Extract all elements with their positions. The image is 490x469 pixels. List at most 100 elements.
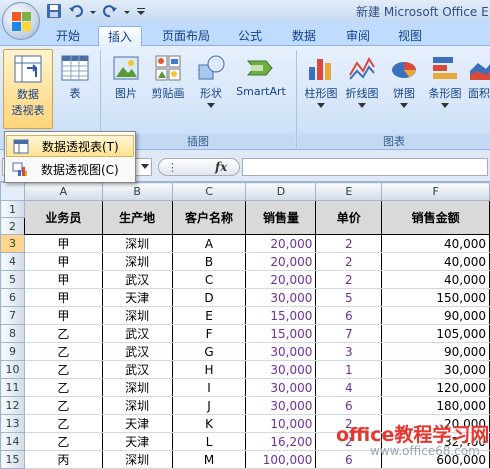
tab-review[interactable]: 审阅 bbox=[338, 26, 378, 46]
customer-cell[interactable]: B bbox=[171, 252, 247, 271]
sales-volume-cell[interactable]: 30,000 bbox=[245, 396, 317, 415]
row-header[interactable]: 3 bbox=[0, 234, 25, 253]
salesperson-cell[interactable]: 甲 bbox=[23, 270, 103, 289]
unit-price-cell[interactable]: 2 bbox=[315, 252, 383, 271]
row-header[interactable]: 6 bbox=[0, 288, 25, 307]
row-header[interactable]: 2 bbox=[0, 217, 25, 235]
sales-volume-cell[interactable]: 30,000 bbox=[245, 378, 317, 397]
customer-cell[interactable]: F bbox=[171, 324, 247, 343]
customer-cell[interactable]: A bbox=[171, 234, 247, 253]
header-cell[interactable]: 生产地 bbox=[101, 200, 173, 235]
sales-amount-cell[interactable]: 30,000 bbox=[381, 360, 490, 379]
select-all-corner[interactable] bbox=[0, 182, 25, 201]
header-cell[interactable]: 业务员 bbox=[23, 200, 103, 235]
insert-function-icon[interactable]: fx bbox=[215, 160, 227, 174]
row-header[interactable]: 9 bbox=[0, 342, 25, 361]
unit-price-cell[interactable]: 7 bbox=[315, 324, 383, 343]
sales-volume-cell[interactable]: 20,000 bbox=[245, 234, 317, 253]
tab-insert[interactable]: 插入 bbox=[98, 26, 142, 47]
menu-item-pivot-table[interactable]: 数据透视表(T) bbox=[6, 135, 134, 157]
row-header[interactable]: 7 bbox=[0, 306, 25, 325]
sales-amount-cell[interactable]: 105,000 bbox=[381, 324, 490, 343]
column-header-e[interactable]: E bbox=[315, 182, 383, 201]
salesperson-cell[interactable]: 乙 bbox=[23, 342, 103, 361]
customer-cell[interactable]: K bbox=[171, 414, 247, 433]
sales-amount-cell[interactable]: 40,000 bbox=[381, 270, 490, 289]
row-header[interactable]: 4 bbox=[0, 252, 25, 271]
region-cell[interactable]: 武汉 bbox=[101, 342, 173, 361]
header-cell[interactable]: 销售金额 bbox=[381, 200, 490, 235]
sales-amount-cell[interactable]: 40,000 bbox=[381, 234, 490, 253]
customer-cell[interactable]: C bbox=[171, 270, 247, 289]
unit-price-cell[interactable]: 2 bbox=[315, 270, 383, 289]
customer-cell[interactable]: L bbox=[171, 432, 247, 451]
row-header[interactable]: 8 bbox=[0, 324, 25, 343]
region-cell[interactable]: 深圳 bbox=[101, 234, 173, 253]
unit-price-cell[interactable]: 6 bbox=[315, 306, 383, 325]
region-cell[interactable]: 深圳 bbox=[101, 396, 173, 415]
region-cell[interactable]: 武汉 bbox=[101, 270, 173, 289]
save-icon[interactable] bbox=[46, 3, 62, 19]
line-chart-button[interactable]: 折线图 bbox=[342, 49, 382, 129]
formula-input[interactable] bbox=[242, 158, 488, 176]
sales-volume-cell[interactable]: 30,000 bbox=[245, 342, 317, 361]
salesperson-cell[interactable]: 甲 bbox=[23, 234, 103, 253]
unit-price-cell[interactable]: 2 bbox=[315, 234, 383, 253]
row-header[interactable]: 13 bbox=[0, 414, 25, 433]
customer-cell[interactable]: J bbox=[171, 396, 247, 415]
sales-volume-cell[interactable]: 16,200 bbox=[245, 432, 317, 451]
region-cell[interactable]: 武汉 bbox=[101, 360, 173, 379]
row-header[interactable]: 10 bbox=[0, 360, 25, 379]
smartart-button[interactable]: SmartArt bbox=[232, 49, 290, 129]
sales-amount-cell[interactable]: 150,000 bbox=[381, 288, 490, 307]
customer-cell[interactable]: M bbox=[171, 450, 247, 469]
salesperson-cell[interactable]: 乙 bbox=[23, 414, 103, 433]
salesperson-cell[interactable]: 甲 bbox=[23, 288, 103, 307]
header-cell[interactable]: 客户名称 bbox=[171, 200, 247, 235]
table-button[interactable]: 表 bbox=[58, 49, 92, 129]
region-cell[interactable]: 深圳 bbox=[101, 378, 173, 397]
salesperson-cell[interactable]: 甲 bbox=[23, 252, 103, 271]
pie-chart-button[interactable]: 饼图 bbox=[386, 49, 422, 129]
region-cell[interactable]: 深圳 bbox=[101, 306, 173, 325]
header-cell[interactable]: 销售量 bbox=[245, 200, 317, 235]
redo-dropdown-icon[interactable] bbox=[124, 3, 130, 19]
unit-price-cell[interactable]: 1 bbox=[315, 360, 383, 379]
salesperson-cell[interactable]: 丙 bbox=[23, 450, 103, 469]
clipart-button[interactable]: 剪贴画 bbox=[146, 49, 190, 129]
salesperson-cell[interactable]: 乙 bbox=[23, 324, 103, 343]
row-header[interactable]: 12 bbox=[0, 396, 25, 415]
sales-amount-cell[interactable]: 180,000 bbox=[381, 396, 490, 415]
picture-button[interactable]: 图片 bbox=[108, 49, 144, 129]
unit-price-cell[interactable]: 4 bbox=[315, 378, 383, 397]
unit-price-cell[interactable]: 3 bbox=[315, 342, 383, 361]
undo-icon[interactable] bbox=[68, 3, 84, 19]
row-header[interactable]: 1 bbox=[0, 200, 25, 218]
region-cell[interactable]: 天津 bbox=[101, 432, 173, 451]
tab-page-layout[interactable]: 页面布局 bbox=[154, 26, 218, 46]
region-cell[interactable]: 深圳 bbox=[101, 450, 173, 469]
customer-cell[interactable]: D bbox=[171, 288, 247, 307]
sales-volume-cell[interactable]: 20,000 bbox=[245, 270, 317, 289]
region-cell[interactable]: 深圳 bbox=[101, 252, 173, 271]
salesperson-cell[interactable]: 乙 bbox=[23, 360, 103, 379]
unit-price-cell[interactable]: 5 bbox=[315, 288, 383, 307]
salesperson-cell[interactable]: 乙 bbox=[23, 432, 103, 451]
customer-cell[interactable]: G bbox=[171, 342, 247, 361]
customer-cell[interactable]: I bbox=[171, 378, 247, 397]
column-header-d[interactable]: D bbox=[245, 182, 317, 201]
customer-cell[interactable]: H bbox=[171, 360, 247, 379]
row-header[interactable]: 5 bbox=[0, 270, 25, 289]
customize-toolbar-icon[interactable] bbox=[136, 3, 146, 19]
sales-amount-cell[interactable]: 90,000 bbox=[381, 306, 490, 325]
sales-amount-cell[interactable]: 90,000 bbox=[381, 342, 490, 361]
area-chart-button[interactable]: 面积 bbox=[468, 49, 490, 129]
row-header[interactable]: 14 bbox=[0, 432, 25, 451]
office-button[interactable] bbox=[2, 2, 40, 40]
region-cell[interactable]: 武汉 bbox=[101, 324, 173, 343]
tab-formulas[interactable]: 公式 bbox=[230, 26, 270, 46]
column-header-b[interactable]: B bbox=[101, 182, 173, 201]
column-header-c[interactable]: C bbox=[171, 182, 247, 201]
undo-dropdown-icon[interactable] bbox=[90, 3, 96, 19]
region-cell[interactable]: 天津 bbox=[101, 414, 173, 433]
